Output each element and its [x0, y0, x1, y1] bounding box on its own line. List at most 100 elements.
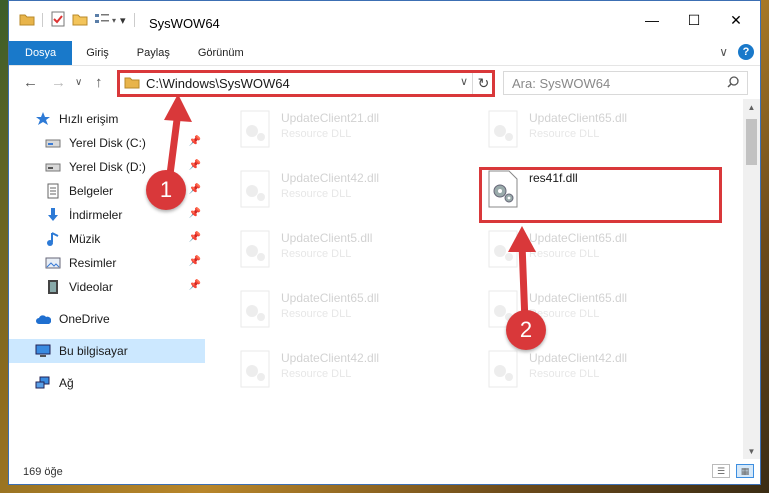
file-item[interactable]: UpdateClient65.dll Resource DLL — [481, 223, 701, 279]
ribbon-tabs: Dosya Giriş Paylaş Görünüm ∨ ? — [9, 41, 760, 65]
sidebar-item-network[interactable]: Ağ — [9, 371, 205, 395]
refresh-button[interactable]: ↻ — [472, 72, 494, 94]
sidebar-item-pictures[interactable]: Resimler 📌 — [9, 251, 205, 275]
dll-file-icon — [235, 109, 275, 149]
customize-qat-icon[interactable]: ▾ — [120, 14, 126, 27]
details-view-icon[interactable]: ☰ — [712, 464, 730, 478]
drive-icon — [45, 159, 61, 175]
file-type: Resource DLL — [281, 308, 352, 320]
view-details-icon[interactable] — [94, 12, 110, 29]
cloud-icon — [35, 311, 51, 327]
file-item[interactable]: UpdateClient65.dll Resource DLL — [481, 103, 701, 159]
address-dropdown-icon[interactable]: ∨ — [460, 75, 468, 88]
file-item[interactable]: UpdateClient42.dll Resource DLL — [233, 343, 453, 399]
file-item[interactable]: UpdateClient21.dll Resource DLL — [233, 103, 453, 159]
new-folder-icon[interactable] — [72, 12, 88, 29]
status-bar: 169 öğe ☰ ▦ — [9, 459, 760, 484]
network-icon — [35, 375, 51, 391]
forward-button[interactable]: → — [51, 74, 66, 91]
file-name: UpdateClient65.dll — [529, 111, 628, 125]
sidebar-item-label: Yerel Disk (D:) — [69, 160, 146, 174]
file-name: UpdateClient65.dll — [529, 231, 628, 245]
dll-file-icon — [483, 109, 523, 149]
pin-icon[interactable]: 📌 — [189, 280, 201, 291]
folder-icon — [19, 12, 35, 29]
navigation-pane: Hızlı erişim Yerel Disk (C:) 📌 Yerel Dis… — [9, 99, 207, 459]
pin-icon[interactable]: 📌 — [189, 184, 201, 195]
sidebar-item-music[interactable]: Müzik 📌 — [9, 227, 205, 251]
sidebar-item-label: Hızlı erişim — [59, 112, 119, 126]
computer-icon — [35, 343, 51, 359]
file-type: Resource DLL — [281, 248, 352, 260]
sidebar-item-label: Resimler — [69, 256, 117, 270]
music-icon — [45, 231, 61, 247]
sidebar-item-onedrive[interactable]: OneDrive — [9, 307, 205, 331]
tab-home[interactable]: Giriş — [72, 41, 123, 65]
quick-access-toolbar: ▾ ▾ — [19, 11, 143, 29]
tab-share[interactable]: Paylaş — [123, 41, 184, 65]
tab-file[interactable]: Dosya — [9, 41, 73, 65]
file-type: Resource DLL — [281, 128, 352, 140]
sidebar-item-this-pc[interactable]: Bu bilgisayar — [9, 339, 205, 363]
scroll-up-icon[interactable]: ▲ — [743, 99, 760, 115]
dll-file-icon — [483, 229, 523, 269]
ribbon-expand-icon[interactable]: ∨ — [719, 45, 728, 59]
drive-icon — [45, 135, 61, 151]
item-count: 169 öğe — [23, 466, 63, 478]
pin-icon[interactable]: 📌 — [189, 256, 201, 267]
dll-file-icon — [235, 289, 275, 329]
file-item[interactable]: UpdateClient42.dll Resource DLL — [481, 343, 701, 399]
file-name: UpdateClient5.dll — [281, 231, 373, 245]
qat-dropdown-icon[interactable]: ▾ — [112, 16, 116, 25]
file-item[interactable]: UpdateClient65.dll Resource DLL — [233, 283, 453, 339]
dll-file-icon — [483, 349, 523, 389]
navigation-bar: ← → ∨ ↑ C:\Windows\SysWOW64 ∨ ↻ Ara: Sys… — [9, 65, 760, 99]
file-type: Resource DLL — [529, 128, 600, 140]
file-name: UpdateClient42.dll — [529, 351, 628, 365]
tiles-view-icon[interactable]: ▦ — [736, 464, 754, 478]
search-input[interactable]: Ara: SysWOW64 — [512, 76, 610, 91]
scroll-down-icon[interactable]: ▼ — [743, 443, 760, 459]
pin-icon[interactable]: 📌 — [189, 160, 201, 171]
maximize-button[interactable]: ☐ — [674, 9, 714, 31]
pin-icon[interactable]: 📌 — [189, 136, 201, 147]
search-box[interactable]: Ara: SysWOW64 — [503, 71, 748, 95]
documents-icon — [45, 183, 61, 199]
sidebar-item-videos[interactable]: Videolar 📌 — [9, 275, 205, 299]
file-type: Resource DLL — [529, 248, 600, 260]
minimize-button[interactable]: — — [632, 9, 672, 31]
sidebar-item-quick-access[interactable]: Hızlı erişim — [9, 107, 205, 131]
search-icon[interactable] — [727, 75, 739, 91]
close-button[interactable]: ✕ — [716, 9, 756, 31]
file-name: UpdateClient21.dll — [281, 111, 380, 125]
back-button[interactable]: ← — [23, 74, 38, 91]
sidebar-item-local-disk-c[interactable]: Yerel Disk (C:) 📌 — [9, 131, 205, 155]
tab-view[interactable]: Görünüm — [184, 41, 258, 65]
file-type: Resource DLL — [281, 188, 352, 200]
pin-icon[interactable]: 📌 — [189, 232, 201, 243]
file-name: UpdateClient42.dll — [281, 351, 380, 365]
folder-icon — [124, 75, 140, 92]
file-name: UpdateClient42.dll — [281, 171, 380, 185]
sidebar-item-label: OneDrive — [59, 312, 110, 326]
callout-1: 1 — [146, 170, 186, 210]
help-icon[interactable]: ? — [738, 44, 754, 60]
title-bar: ▾ ▾ SysWOW64 — ☐ ✕ — [9, 1, 760, 41]
address-bar[interactable]: C:\Windows\SysWOW64 ∨ ↻ — [117, 71, 495, 95]
file-item[interactable]: UpdateClient5.dll Resource DLL — [233, 223, 453, 279]
sidebar-item-label: Bu bilgisayar — [59, 344, 128, 358]
vertical-scrollbar[interactable]: ▲ ▼ — [743, 99, 760, 459]
dll-file-icon — [235, 349, 275, 389]
dll-file-icon — [235, 169, 275, 209]
star-icon — [35, 111, 51, 127]
sidebar-item-label: İndirmeler — [69, 208, 123, 222]
recent-locations-button[interactable]: ∨ — [75, 77, 82, 88]
up-button[interactable]: ↑ — [95, 74, 103, 91]
file-type: Resource DLL — [529, 308, 600, 320]
scrollbar-thumb[interactable] — [746, 119, 757, 165]
pin-icon[interactable]: 📌 — [189, 208, 201, 219]
file-item[interactable]: UpdateClient42.dll Resource DLL — [233, 163, 453, 219]
address-path[interactable]: C:\Windows\SysWOW64 — [146, 76, 290, 91]
properties-icon[interactable] — [50, 11, 66, 30]
sidebar-item-label: Belgeler — [69, 184, 114, 198]
